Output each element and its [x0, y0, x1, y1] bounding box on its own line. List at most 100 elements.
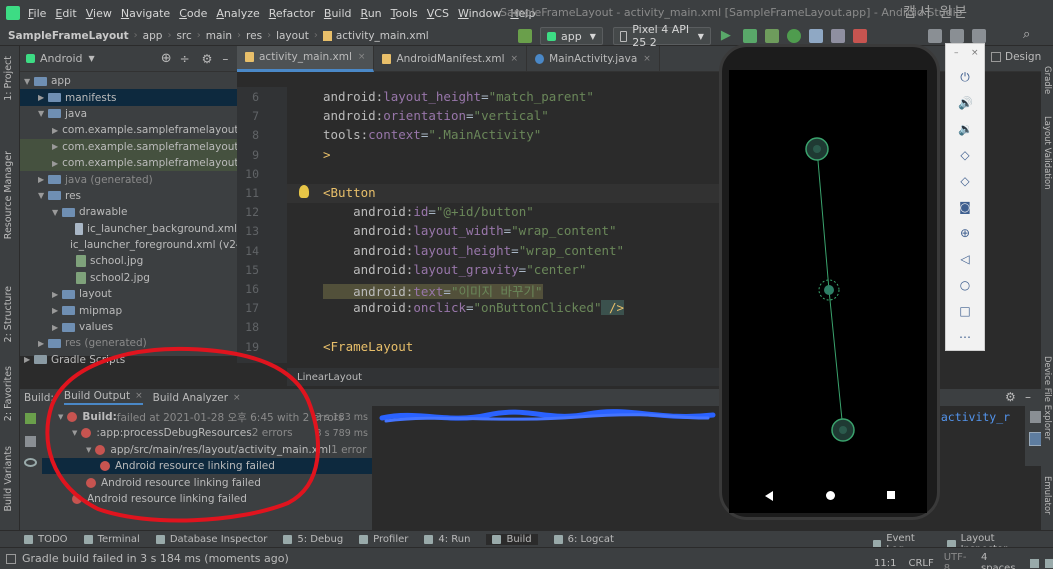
menu-item-view[interactable]: View	[86, 7, 112, 20]
close-icon[interactable]: ×	[643, 54, 651, 64]
chevron-right-icon[interactable]: ▶	[24, 355, 34, 364]
bottom-tab[interactable]: Terminal	[83, 534, 140, 545]
chevron-down-icon[interactable]: ▼	[52, 208, 62, 217]
status-message[interactable]: Gradle build failed in 3 s 184 ms (momen…	[22, 552, 289, 565]
run-icon[interactable]: ▶	[721, 29, 735, 43]
gradle-sync-icon[interactable]	[972, 29, 986, 43]
chevron-down-icon[interactable]: ▼	[24, 77, 34, 86]
nav-home-icon[interactable]	[826, 491, 835, 500]
rotate-left-icon[interactable]: ◇	[958, 148, 972, 162]
gear-icon[interactable]: ⚙	[202, 52, 213, 66]
tab-emulator[interactable]: Emulator	[1042, 476, 1052, 515]
emulator-screen[interactable]	[729, 70, 927, 513]
tab-device-file-explorer[interactable]: Device File Explorer	[1042, 356, 1052, 440]
chevron-right-icon[interactable]: ▶	[52, 306, 62, 315]
profile-icon[interactable]	[808, 29, 823, 43]
tree-item[interactable]: ▶ java (generated)	[20, 171, 237, 187]
device-select[interactable]: Pixel 4 API 25 2 ▼	[612, 23, 711, 49]
tree-item[interactable]: school.jpg	[20, 253, 237, 269]
tab-build-variants[interactable]: Build Variants	[3, 446, 14, 512]
gear-icon[interactable]: ⚙	[1005, 390, 1016, 404]
chevron-right-icon[interactable]: ▶	[52, 290, 62, 299]
chevron-down-icon[interactable]: ▼	[38, 191, 48, 200]
tree-item[interactable]: ▼ app	[20, 73, 237, 89]
tree-item[interactable]: ▶ values	[20, 319, 237, 335]
menu-item-code[interactable]: Code	[179, 7, 207, 20]
chevron-right-icon[interactable]: ▶	[52, 323, 62, 332]
status-panel-icon[interactable]	[6, 553, 16, 564]
apply-changes-icon[interactable]	[742, 29, 757, 43]
project-view-select[interactable]: Android	[40, 52, 83, 65]
menu-item-file[interactable]: File	[28, 7, 46, 20]
chevron-right-icon[interactable]: ▶	[38, 93, 48, 102]
build-output-console[interactable]: :\activity_r	[372, 406, 1053, 530]
tab-favorites[interactable]: 2: Favorites	[3, 366, 14, 421]
tree-item[interactable]: ▶ com.example.sampleframelayout (	[20, 154, 246, 172]
tree-item[interactable]: ▶ layout	[20, 286, 237, 302]
stop-icon[interactable]	[852, 29, 867, 43]
editor-tab[interactable]: activity_main.xml ×	[237, 45, 375, 72]
editor-tab[interactable]: AndroidManifest.xml ×	[374, 45, 528, 72]
chevron-down-icon[interactable]: ▼	[38, 109, 48, 118]
tree-item[interactable]: ▶ mipmap	[20, 302, 237, 318]
tab-project[interactable]: 1: Project	[3, 56, 14, 101]
hammer-icon[interactable]	[25, 413, 36, 424]
menu-item-refactor[interactable]: Refactor	[269, 7, 315, 20]
menu-item-build[interactable]: Build	[324, 7, 352, 20]
tree-item[interactable]: ▼ java	[20, 106, 237, 122]
camera-icon[interactable]: ◙	[958, 200, 972, 214]
run-config-select[interactable]: app ▼	[540, 27, 603, 45]
menu-item-window[interactable]: Window	[458, 7, 501, 20]
menu-item-edit[interactable]: Edit	[55, 7, 76, 20]
design-toggle[interactable]: Design	[991, 51, 1041, 63]
debug-icon[interactable]	[786, 29, 801, 43]
chevron-right-icon[interactable]: ▶	[52, 159, 58, 168]
line-separator[interactable]: CRLF	[908, 558, 933, 569]
bottom-tab[interactable]: Build	[486, 533, 538, 545]
tree-item[interactable]: ic_launcher_foreground.xml (v24)	[20, 237, 247, 253]
breadcrumb-item[interactable]: app	[143, 30, 163, 42]
apply-code-changes-icon[interactable]	[764, 29, 779, 43]
back-icon[interactable]: ◁	[958, 252, 972, 266]
menu-item-tools[interactable]: Tools	[391, 7, 418, 20]
lightbulb-icon[interactable]	[299, 185, 309, 198]
breadcrumb-item[interactable]: main	[206, 30, 232, 42]
indent-setting[interactable]: 4 spaces	[981, 552, 1022, 569]
tree-item[interactable]: ▶ com.example.sampleframelayout	[20, 122, 239, 138]
volume-up-icon[interactable]: 🔊	[958, 96, 973, 110]
close-icon[interactable]: ×	[358, 52, 366, 62]
chevron-right-icon[interactable]: ▶	[38, 175, 48, 184]
breadcrumb-item[interactable]: res	[246, 30, 262, 42]
chevron-right-icon[interactable]: ▶	[52, 126, 58, 135]
nav-back-icon[interactable]	[765, 491, 773, 501]
tab-resource-manager[interactable]: Resource Manager	[3, 151, 14, 239]
tree-item[interactable]: ic_launcher_background.xml	[20, 221, 237, 237]
avd-manager-icon[interactable]	[928, 29, 942, 43]
bottom-tab[interactable]: Database Inspector	[155, 534, 267, 545]
bottom-tab[interactable]: Profiler	[359, 534, 408, 545]
attach-debugger-icon[interactable]	[830, 29, 845, 43]
editor-tab[interactable]: MainActivity.java ×	[527, 45, 660, 72]
tree-item[interactable]: ▶ com.example.sampleframelayout (	[20, 138, 246, 155]
tree-item[interactable]: ▶ manifests	[20, 89, 237, 106]
tree-item[interactable]: ▼ res	[20, 188, 237, 204]
xml-breadcrumb[interactable]: LinearLayout	[287, 368, 727, 386]
chevron-down-icon[interactable]: ▼	[89, 54, 95, 63]
close-icon[interactable]: ×	[511, 54, 519, 64]
hammer-icon[interactable]	[518, 29, 532, 43]
minimize-icon[interactable]: –	[954, 48, 959, 58]
overview-icon[interactable]: □	[958, 304, 972, 318]
code-editor[interactable]: android:layout_height="match_parent" andr…	[287, 87, 727, 363]
tree-item[interactable]: ▼ drawable	[20, 204, 237, 220]
target-icon[interactable]: ⊕	[161, 51, 172, 66]
pin-icon[interactable]	[25, 436, 36, 447]
power-icon[interactable]: ⏻	[958, 70, 972, 84]
eye-icon[interactable]	[24, 458, 37, 467]
sdk-manager-icon[interactable]	[950, 29, 964, 43]
volume-down-icon[interactable]: 🔉	[958, 122, 973, 136]
breadcrumb-item[interactable]: src	[176, 30, 191, 42]
caret-position[interactable]: 11:1	[874, 558, 896, 569]
menu-item-navigate[interactable]: Navigate	[121, 7, 170, 20]
lock-icon[interactable]	[1030, 558, 1039, 568]
bottom-tab[interactable]: TODO	[24, 534, 68, 545]
